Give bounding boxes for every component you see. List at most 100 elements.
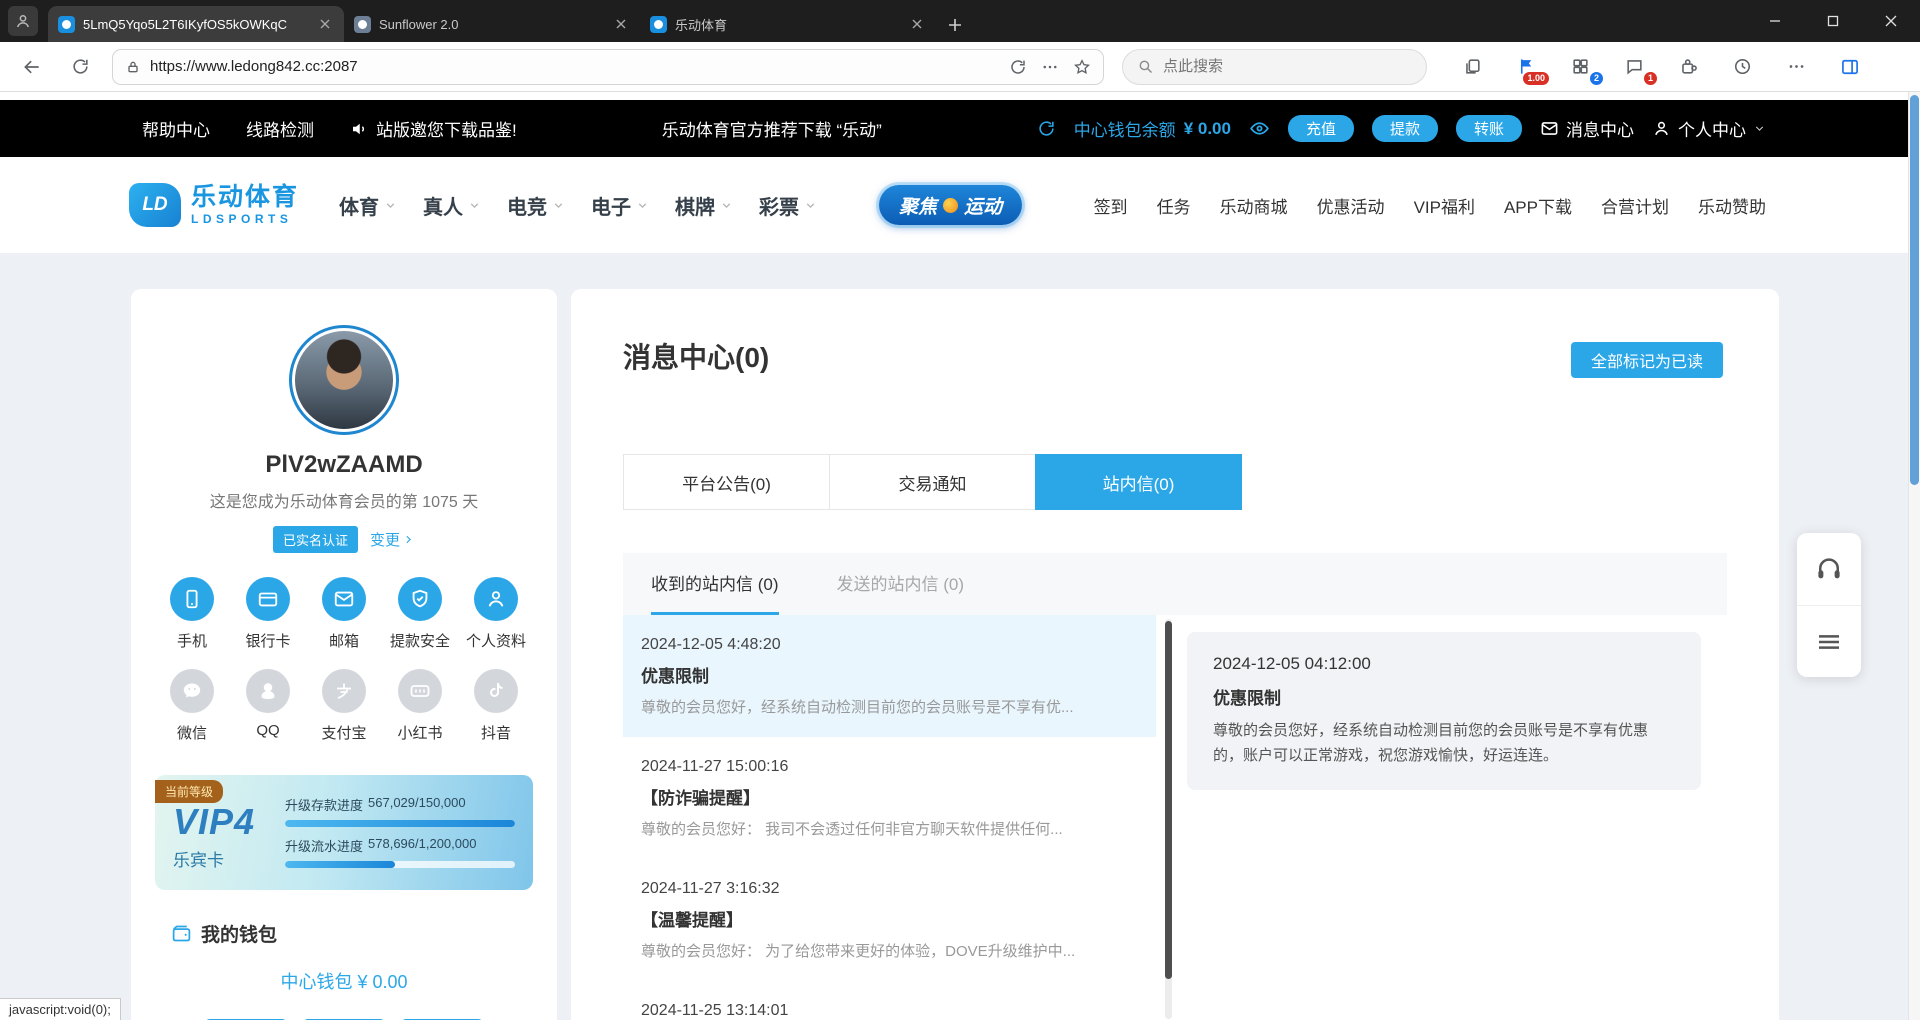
screen: 5LmQ5Yqo5L2T6IKyfOS5kOWKqC Sunflower 2.0…: [0, 0, 1920, 1020]
tab-title: 5LmQ5Yqo5L2T6IKyfOS5kOWKqC: [83, 17, 308, 32]
avatar-photo: [295, 331, 393, 429]
search-icon: [1137, 58, 1154, 75]
tab-transaction-notices[interactable]: 交易通知: [829, 454, 1036, 510]
message-list-scrollbar[interactable]: [1165, 619, 1172, 1019]
nav-link-affiliate[interactable]: 合营计划: [1601, 193, 1669, 218]
identity-row: 已实名认证 变更: [131, 526, 557, 553]
customer-service-button[interactable]: [1797, 533, 1861, 605]
security-item-bank-card[interactable]: 银行卡: [233, 577, 303, 651]
mark-all-read-button[interactable]: 全部标记为已读: [1571, 342, 1723, 378]
quick-menu-button[interactable]: [1797, 605, 1861, 677]
security-item-email[interactable]: 邮箱: [309, 577, 379, 651]
transfer-button[interactable]: 转账: [1456, 115, 1522, 142]
nav-menu-item-slots[interactable]: 电子: [591, 191, 649, 220]
menu-label: 电子: [591, 191, 631, 220]
tab-close-button[interactable]: [612, 15, 630, 33]
message-item[interactable]: 2024-12-05 4:48:20 优惠限制 尊敬的会员您好，经系统自动检测目…: [623, 615, 1156, 737]
nav-link-sponsorship[interactable]: 乐动赞助: [1698, 193, 1766, 218]
avatar[interactable]: [289, 325, 399, 435]
url-input[interactable]: [150, 58, 1000, 75]
browser-scrollbar[interactable]: [1908, 92, 1920, 1020]
change-link[interactable]: 变更: [370, 529, 415, 550]
security-item-withdraw-safety[interactable]: 提款安全: [385, 577, 455, 651]
wallet-balance: 中心钱包余额 ¥ 0.00: [1074, 116, 1231, 141]
nav-link-signin[interactable]: 签到: [1094, 193, 1128, 218]
withdraw-button[interactable]: 提款: [1372, 115, 1438, 142]
chat-extension-button[interactable]: 1: [1619, 52, 1649, 82]
security-item-label: 银行卡: [233, 630, 303, 651]
address-bar[interactable]: [112, 49, 1104, 85]
new-tab-button[interactable]: [948, 18, 962, 32]
help-center-link[interactable]: 帮助中心: [142, 116, 210, 141]
message-item[interactable]: 2024-11-27 3:16:32 【温馨提醒】 尊敬的会员您好： 为了给您带…: [623, 859, 1156, 981]
personal-center-link[interactable]: 个人中心: [1652, 116, 1766, 141]
vip-card[interactable]: 当前等级 VIP4 乐宾卡 升级存款进度 567,029/150,000 升级流…: [155, 775, 533, 890]
collections-button[interactable]: 2: [1565, 52, 1595, 82]
social-item-xiaohongshu[interactable]: 小红书: [385, 669, 455, 743]
profile-person-icon: [474, 577, 518, 621]
search-box[interactable]: [1122, 49, 1427, 85]
message-center-link[interactable]: 消息中心: [1540, 116, 1634, 141]
scrollbar-thumb[interactable]: [1165, 621, 1172, 979]
extensions-button[interactable]: [1673, 52, 1703, 82]
scrollbar-thumb[interactable]: [1910, 95, 1919, 485]
deposit-progress-fill: [285, 820, 515, 827]
tab-site-messages[interactable]: 站内信(0): [1035, 454, 1242, 510]
page-top-gap: [0, 92, 1908, 100]
more-tools-icon[interactable]: [1041, 58, 1059, 76]
toggle-balance-button[interactable]: [1249, 118, 1270, 139]
nav-link-app-download[interactable]: APP下载: [1504, 193, 1572, 218]
nav-menu-item-cards[interactable]: 棋牌: [675, 191, 733, 220]
back-button[interactable]: [14, 49, 50, 85]
social-item-douyin[interactable]: 抖音: [461, 669, 531, 743]
nav-menu-item-lottery[interactable]: 彩票: [759, 191, 817, 220]
subtab-sent[interactable]: 发送的站内信 (0): [837, 553, 965, 615]
browser-more-button[interactable]: [1781, 52, 1811, 82]
tab-close-button[interactable]: [316, 15, 334, 33]
social-item-alipay[interactable]: 支付宝: [309, 669, 379, 743]
nav-link-vip[interactable]: VIP福利: [1414, 193, 1475, 218]
focus-sports-badge[interactable]: 聚焦 运动: [879, 185, 1022, 225]
nav-link-tasks[interactable]: 任务: [1157, 193, 1191, 218]
tab-close-button[interactable]: [908, 15, 926, 33]
center-promo-text: 乐动体育官方推荐下载 “乐动”: [662, 116, 882, 141]
download-promo-link[interactable]: 站版邀您下载品鉴!: [350, 116, 517, 141]
site-topbar-right: 中心钱包余额 ¥ 0.00 充值 提款 转账 消息中心 个人中心: [1037, 115, 1766, 142]
nav-link-mall[interactable]: 乐动商城: [1220, 193, 1288, 218]
social-item-qq[interactable]: QQ: [233, 669, 303, 743]
logo-subtitle: LDSPORTS: [191, 212, 299, 226]
maximize-button[interactable]: [1804, 0, 1862, 42]
favorite-star-icon[interactable]: [1073, 58, 1091, 76]
sidebar-toggle-button[interactable]: [1835, 52, 1865, 82]
browser-profile-button[interactable]: [8, 6, 38, 36]
qq-icon: [246, 669, 290, 713]
security-item-profile[interactable]: 个人资料: [461, 577, 531, 651]
nav-menu-item-live[interactable]: 真人: [423, 191, 481, 220]
nav-menu-item-sports[interactable]: 体育: [339, 191, 397, 220]
detail-time: 2024-12-05 04:12:00: [1213, 654, 1675, 674]
copy-page-button[interactable]: [1457, 52, 1487, 82]
browser-tab-2[interactable]: Sunflower 2.0: [344, 6, 640, 42]
security-item-phone[interactable]: 手机: [157, 577, 227, 651]
search-input[interactable]: [1163, 58, 1412, 75]
close-window-button[interactable]: [1862, 0, 1920, 42]
refresh-button[interactable]: [62, 49, 98, 85]
reload-page-icon[interactable]: [1009, 58, 1027, 76]
tab-platform-announcements[interactable]: 平台公告(0): [623, 454, 830, 510]
message-item[interactable]: 2024-11-27 15:00:16 【防诈骗提醒】 尊敬的会员您好： 我司不…: [623, 737, 1156, 859]
wallet-extension-button[interactable]: 1.00: [1511, 52, 1541, 82]
browser-tab-1[interactable]: 5LmQ5Yqo5L2T6IKyfOS5kOWKqC: [48, 6, 344, 42]
social-item-wechat[interactable]: 微信: [157, 669, 227, 743]
browser-tab-3[interactable]: 乐动体育: [640, 6, 936, 42]
nav-link-promotions[interactable]: 优惠活动: [1317, 193, 1385, 218]
nav-menu-item-esports[interactable]: 电竞: [507, 191, 565, 220]
site-logo[interactable]: LD 乐动体育 LDSPORTS: [129, 183, 299, 227]
line-check-link[interactable]: 线路检测: [246, 116, 314, 141]
history-button[interactable]: [1727, 52, 1757, 82]
wallet-refresh-button[interactable]: [1037, 119, 1056, 138]
message-item[interactable]: 2024-11-25 13:14:01: [623, 981, 1156, 1020]
deposit-button[interactable]: 充值: [1288, 115, 1354, 142]
minimize-button[interactable]: [1746, 0, 1804, 42]
address-bar-actions: [1009, 58, 1091, 76]
subtab-received[interactable]: 收到的站内信 (0): [651, 553, 779, 615]
